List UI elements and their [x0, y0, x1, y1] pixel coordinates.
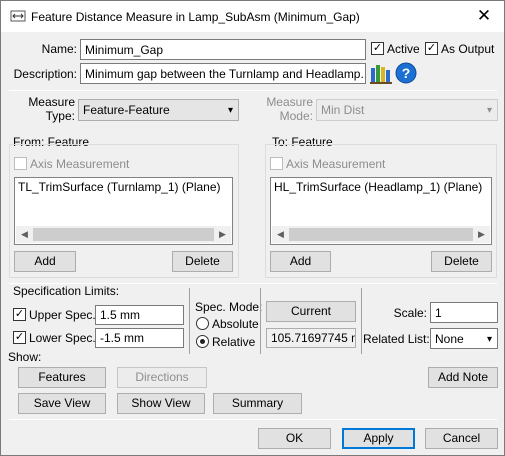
scroll-left-icon[interactable]: ◀ — [272, 226, 289, 243]
scale-label: Scale: — [393, 306, 427, 320]
directions-button[interactable]: Directions — [117, 367, 207, 388]
active-label: Active — [387, 42, 420, 56]
from-axis-label: Axis Measurement — [30, 157, 130, 171]
spec-mode-title: Spec. Mode: — [195, 300, 263, 314]
scroll-thumb[interactable] — [289, 228, 473, 241]
measure-type-label-2: Type: — [45, 109, 75, 123]
to-delete-button[interactable]: Delete — [431, 251, 492, 272]
measure-icon — [10, 9, 26, 23]
relative-label: Relative — [212, 335, 256, 349]
divider — [361, 288, 362, 354]
title-bar: Feature Distance Measure in Lamp_SubAsm … — [1, 1, 504, 32]
lower-spec-checkbox[interactable]: ✓ — [13, 331, 26, 344]
active-checkbox[interactable]: ✓ — [371, 42, 384, 55]
library-icon[interactable] — [370, 62, 392, 84]
list-item[interactable]: TL_TrimSurface (Turnlamp_1) (Plane) — [18, 180, 221, 194]
from-delete-button[interactable]: Delete — [172, 251, 233, 272]
cancel-button[interactable]: Cancel — [425, 428, 498, 449]
lower-spec-input[interactable]: -1.5 mm — [95, 328, 184, 348]
horizontal-scrollbar[interactable]: ◀ ▶ — [272, 226, 490, 243]
measure-mode-label: Measure — [266, 95, 313, 109]
window-title: Feature Distance Measure in Lamp_SubAsm … — [31, 10, 360, 24]
svg-text:?: ? — [402, 65, 411, 81]
chevron-down-icon: ▾ — [486, 334, 492, 345]
ok-button[interactable]: OK — [258, 428, 331, 449]
measure-mode-label-2: Mode: — [279, 109, 313, 123]
current-value: 105.71697745 m — [266, 328, 356, 348]
from-axis-checkbox[interactable] — [14, 157, 27, 170]
spec-limits-title: Specification Limits: — [13, 284, 120, 298]
scroll-left-icon[interactable]: ◀ — [16, 226, 33, 243]
measure-mode-select[interactable]: Min Dist ▾ — [316, 99, 498, 121]
to-axis-checkbox[interactable] — [270, 157, 283, 170]
list-item[interactable]: HL_TrimSurface (Headlamp_1) (Plane) — [274, 180, 482, 194]
add-note-button[interactable]: Add Note — [428, 367, 498, 388]
show-title: Show: — [8, 350, 42, 364]
as-output-label: As Output — [441, 42, 495, 56]
absolute-label: Absolute — [212, 317, 259, 331]
as-output-checkbox[interactable]: ✓ — [425, 42, 438, 55]
measure-type-select[interactable]: Feature-Feature ▾ — [78, 99, 239, 121]
divider — [260, 288, 261, 354]
from-feature-list[interactable]: TL_TrimSurface (Turnlamp_1) (Plane) ◀ ▶ — [14, 177, 233, 245]
measure-mode-value: Min Dist — [321, 103, 365, 117]
upper-spec-input[interactable]: 1.5 mm — [95, 305, 184, 325]
to-add-button[interactable]: Add — [270, 251, 331, 272]
help-icon[interactable]: ? — [395, 62, 417, 84]
current-button[interactable]: Current — [266, 301, 356, 322]
name-label: Name: — [41, 42, 77, 56]
chevron-down-icon: ▾ — [486, 105, 492, 116]
scroll-right-icon[interactable]: ▶ — [214, 226, 231, 243]
separator — [9, 90, 497, 91]
name-input[interactable]: Minimum_Gap — [80, 39, 366, 60]
related-list-value: None — [435, 332, 464, 346]
related-list-label: Related List: — [363, 332, 430, 346]
separator — [9, 419, 497, 420]
close-icon[interactable]: ✕ — [473, 6, 495, 26]
measure-type-value: Feature-Feature — [83, 103, 170, 117]
to-axis-label: Axis Measurement — [286, 157, 386, 171]
from-add-button[interactable]: Add — [14, 251, 76, 272]
divider — [189, 288, 190, 354]
scale-input[interactable]: 1 — [430, 302, 498, 323]
chevron-down-icon: ▾ — [227, 105, 233, 116]
to-feature-list[interactable]: HL_TrimSurface (Headlamp_1) (Plane) ◀ ▶ — [270, 177, 492, 245]
lower-spec-label: Lower Spec.: — [29, 331, 100, 345]
scroll-thumb[interactable] — [33, 228, 214, 241]
features-button[interactable]: Features — [18, 367, 106, 388]
show-view-button[interactable]: Show View — [117, 393, 205, 414]
description-input[interactable]: Minimum gap between the Turnlamp and Hea… — [80, 63, 366, 84]
scroll-right-icon[interactable]: ▶ — [473, 226, 490, 243]
measure-type-label: Measure — [28, 95, 75, 109]
upper-spec-label: Upper Spec.: — [29, 308, 100, 322]
description-label: Description: — [13, 67, 77, 81]
save-view-button[interactable]: Save View — [18, 393, 106, 414]
dialog-window: Feature Distance Measure in Lamp_SubAsm … — [0, 0, 505, 456]
related-list-select[interactable]: None ▾ — [430, 328, 498, 349]
relative-radio[interactable] — [196, 335, 209, 348]
summary-button[interactable]: Summary — [213, 393, 302, 414]
absolute-radio[interactable] — [196, 317, 209, 330]
upper-spec-checkbox[interactable]: ✓ — [13, 308, 26, 321]
horizontal-scrollbar[interactable]: ◀ ▶ — [16, 226, 231, 243]
apply-button[interactable]: Apply — [342, 428, 415, 449]
